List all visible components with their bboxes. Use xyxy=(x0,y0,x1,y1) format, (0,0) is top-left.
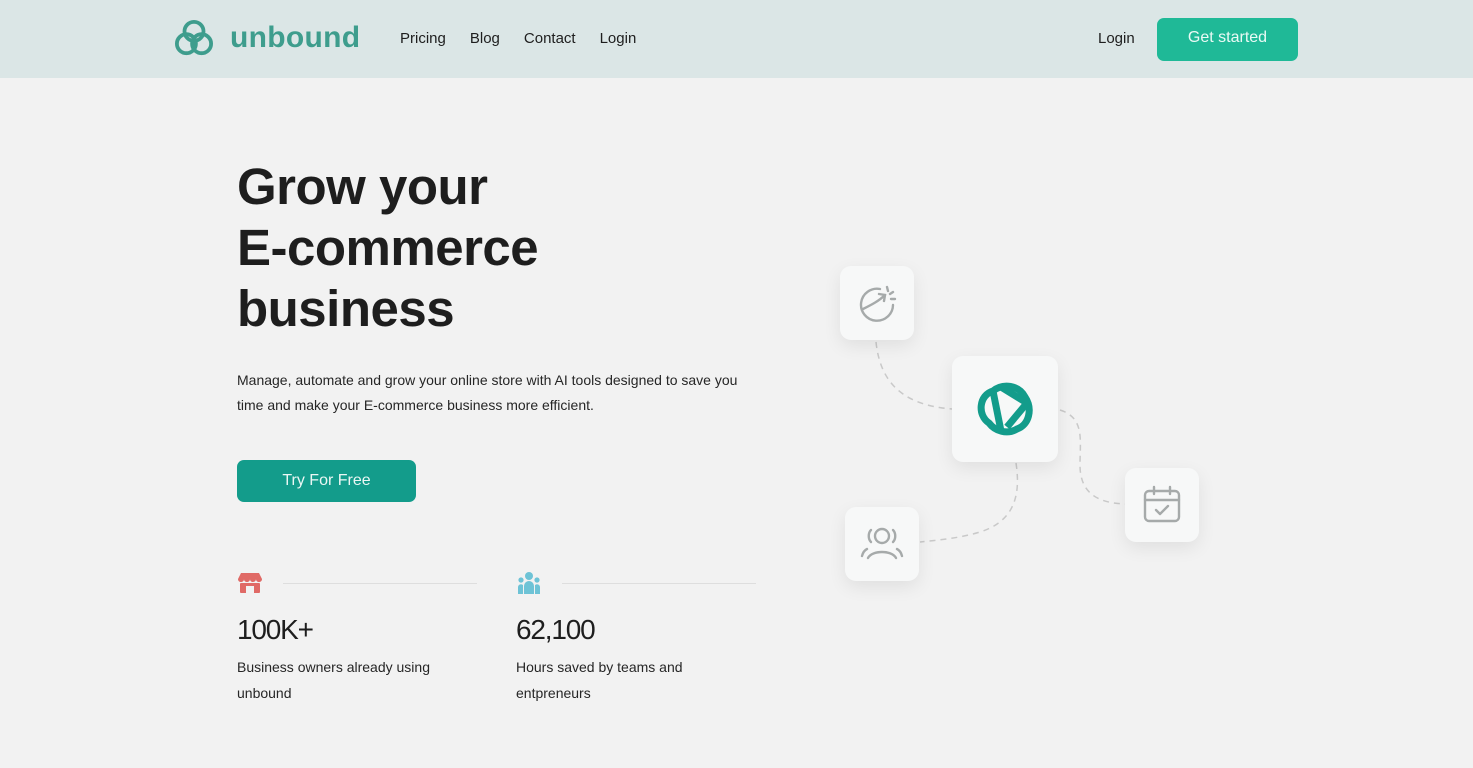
growth-chart-icon xyxy=(859,285,897,322)
unbound-logo-icon xyxy=(977,382,1033,436)
connector-line xyxy=(875,341,953,410)
unbound-hub-card xyxy=(952,356,1058,462)
calendar-card xyxy=(1125,468,1199,542)
calendar-check-icon xyxy=(1143,485,1181,523)
users-group-icon xyxy=(860,527,904,560)
connector-line xyxy=(1059,409,1126,505)
analytics-card xyxy=(840,266,914,340)
connector-line xyxy=(919,462,1019,543)
connector-lines xyxy=(875,341,1126,543)
team-card xyxy=(845,507,919,581)
